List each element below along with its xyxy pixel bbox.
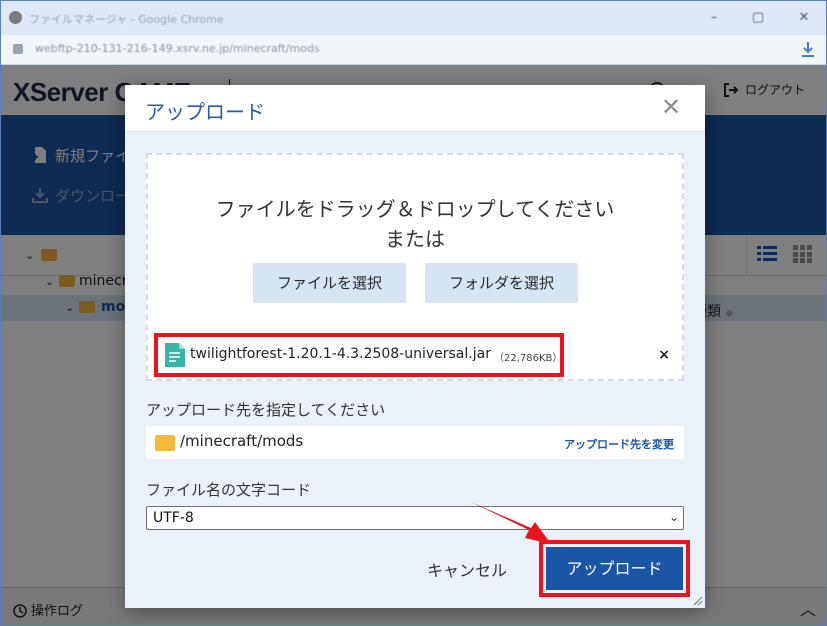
upload-button[interactable]: アップロード <box>546 547 683 590</box>
browser-window: ファイルマネージャ - Google Chrome – ▢ ✕ webftp-2… <box>0 0 827 626</box>
file-icon <box>165 343 185 367</box>
select-file-button[interactable]: ファイルを選択 <box>253 263 406 303</box>
destination-field: /minecraft/mods アップロード先を変更 <box>146 426 684 459</box>
window-close-button[interactable]: ✕ <box>789 7 819 29</box>
remove-file-button[interactable]: × <box>658 347 670 363</box>
browser-titlebar: ファイルマネージャ - Google Chrome – ▢ ✕ <box>1 1 826 35</box>
encoding-label: ファイル名の文字コード <box>146 481 312 499</box>
queued-file-item: twilightforest-1.20.1-4.3.2508-universal… <box>154 333 564 377</box>
chevron-down-icon: ⌄ <box>668 510 679 524</box>
cancel-button[interactable]: キャンセル <box>415 556 519 586</box>
select-folder-button[interactable]: フォルダを選択 <box>425 263 578 303</box>
annotation-arrow-icon <box>471 502 551 544</box>
maximize-button[interactable]: ▢ <box>743 7 773 29</box>
folder-icon <box>155 435 175 451</box>
upload-dialog: アップロード ✕ ファイルをドラッグ＆ドロップしてください または ファイルを選… <box>125 85 705 608</box>
url-text[interactable]: webftp-210-131-216-149.xsrv.ne.jp/minecr… <box>35 42 320 55</box>
encoding-value: UTF-8 <box>153 510 194 526</box>
change-destination-link[interactable]: アップロード先を変更 <box>564 436 674 452</box>
window-title: ファイルマネージャ - Google Chrome <box>29 13 224 26</box>
minimize-button[interactable]: – <box>699 7 729 29</box>
site-info-icon[interactable] <box>13 44 23 54</box>
drop-or-text: または <box>385 227 445 251</box>
destination-label: アップロード先を指定してください <box>146 401 386 419</box>
upload-highlight: アップロード <box>539 540 690 597</box>
chrome-icon <box>9 11 22 24</box>
address-bar[interactable]: webftp-210-131-216-149.xsrv.ne.jp/minecr… <box>1 35 826 65</box>
encoding-select[interactable]: UTF-8 ⌄ <box>146 506 684 530</box>
resize-handle-icon[interactable] <box>693 596 703 606</box>
drop-instruction: ファイルをドラッグ＆ドロップしてください <box>215 197 615 221</box>
file-size: （22,786KB） <box>494 353 563 364</box>
drop-zone[interactable]: ファイルをドラッグ＆ドロップしてください または ファイルを選択 フォルダを選択… <box>146 153 684 381</box>
dialog-title: アップロード <box>145 100 265 124</box>
destination-path: /minecraft/mods <box>180 432 304 450</box>
file-name: twilightforest-1.20.1-4.3.2508-universal… <box>190 346 491 362</box>
download-icon[interactable] <box>800 40 816 60</box>
close-icon[interactable]: ✕ <box>657 93 685 121</box>
dialog-header: アップロード ✕ <box>125 85 705 132</box>
